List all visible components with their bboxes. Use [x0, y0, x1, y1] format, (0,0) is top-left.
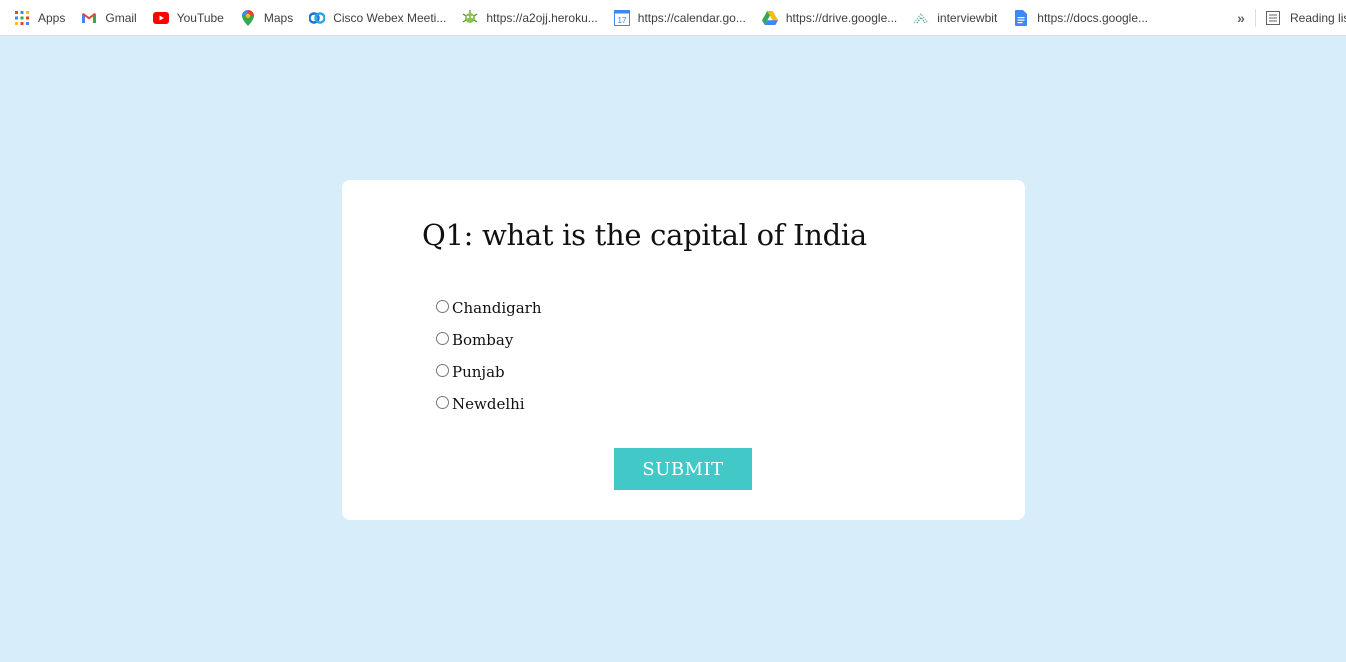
submit-button[interactable]: SUBMIT — [614, 448, 752, 490]
answer-radio-punjab[interactable] — [436, 363, 449, 377]
bookmark-webex[interactable]: Cisco Webex Meeti... — [309, 4, 446, 32]
bookmark-drive[interactable]: https://drive.google... — [761, 4, 898, 32]
bookmark-maps[interactable]: Maps — [240, 4, 293, 32]
bookmark-heroku[interactable]: https://a2ojj.heroku... — [462, 4, 598, 32]
answer-label[interactable]: Newdelhi — [452, 395, 525, 413]
gmail-icon — [81, 10, 97, 26]
bookmark-label: https://calendar.go... — [637, 10, 746, 25]
answer-option: Newdelhi — [436, 388, 542, 420]
question-text: Q1: what is the capital of India — [422, 218, 867, 252]
answer-radio-newdelhi[interactable] — [436, 395, 449, 409]
bookmarks-divider — [1255, 9, 1256, 27]
bookmarks-bar: Apps Gmail YouTube Maps Cisco Webex Meet… — [0, 0, 1346, 36]
bookmark-interviewbit[interactable]: interviewbit — [913, 4, 997, 32]
answer-radio-chandigarh[interactable] — [436, 299, 449, 313]
bookmark-apps[interactable]: Apps — [14, 4, 65, 32]
answer-radio-bombay[interactable] — [436, 331, 449, 345]
answer-label[interactable]: Punjab — [452, 363, 505, 381]
bookmark-label: Apps — [38, 10, 66, 25]
bookmark-gmail[interactable]: Gmail — [81, 4, 137, 32]
interviewbit-icon — [913, 10, 929, 26]
bookmark-label: https://a2ojj.heroku... — [486, 10, 598, 25]
bookmark-label: Cisco Webex Meeti... — [333, 10, 447, 25]
bookmark-docs[interactable]: https://docs.google... — [1013, 4, 1148, 32]
bookmark-label: https://drive.google... — [785, 10, 898, 25]
bookmark-label: interviewbit — [937, 10, 998, 25]
svg-text:17: 17 — [617, 16, 626, 25]
webex-icon — [309, 10, 326, 26]
bookmark-label: YouTube — [176, 10, 224, 25]
answer-options: Chandigarh Bombay Punjab Newdelhi — [436, 292, 542, 420]
answer-label[interactable]: Chandigarh — [452, 299, 542, 317]
reading-list-label: Reading lis — [1290, 11, 1346, 25]
apps-grid-icon — [14, 10, 30, 26]
bookmark-label: Gmail — [105, 10, 137, 25]
drive-icon — [761, 10, 778, 26]
reading-list-button[interactable]: Reading lis — [1266, 0, 1346, 36]
calendar-icon: 17 — [613, 9, 630, 26]
more-bookmarks-chevron-icon[interactable]: » — [1232, 0, 1250, 36]
quiz-card: Q1: what is the capital of India Chandig… — [342, 180, 1025, 520]
reading-list-icon — [1266, 11, 1280, 25]
bookmark-label: https://docs.google... — [1037, 10, 1149, 25]
bookmark-calendar[interactable]: 17 https://calendar.go... — [613, 4, 746, 32]
answer-label[interactable]: Bombay — [452, 331, 513, 349]
maps-pin-icon — [240, 9, 256, 26]
answer-option: Chandigarh — [436, 292, 542, 324]
bookmark-label: Maps — [263, 10, 294, 25]
bookmark-youtube[interactable]: YouTube — [152, 4, 224, 32]
youtube-icon — [152, 10, 169, 26]
answer-option: Bombay — [436, 324, 542, 356]
bug-icon — [462, 9, 478, 26]
docs-icon — [1013, 9, 1029, 26]
answer-option: Punjab — [436, 356, 542, 388]
